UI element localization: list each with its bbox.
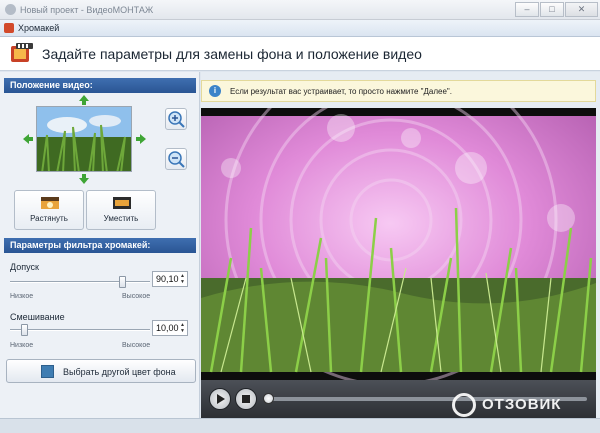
tolerance-label: Допуск	[10, 262, 39, 272]
fit-label: Уместить	[103, 214, 139, 223]
color-swatch	[41, 365, 54, 378]
zoom-in-button[interactable]	[165, 108, 187, 130]
tolerance-slider-thumb[interactable]	[119, 276, 126, 288]
tolerance-value: 90,10	[156, 274, 179, 284]
tolerance-spin-arrows-icon[interactable]: ▲ ▼	[179, 273, 186, 285]
tolerance-spinbox[interactable]: 90,10 ▲ ▼	[152, 271, 188, 287]
tolerance-slider-track[interactable]	[10, 281, 150, 283]
fit-icon	[113, 197, 131, 209]
zoom-out-button[interactable]	[165, 148, 187, 170]
info-icon: i	[209, 85, 221, 97]
move-up-arrow-icon[interactable]	[79, 95, 89, 105]
watermark-text: ОТЗОВИК	[482, 396, 562, 413]
chromakey-icon	[4, 23, 14, 33]
info-text: Если результат вас устраивает, то просто…	[230, 87, 452, 96]
grass-thumbnail-image	[37, 107, 131, 171]
blend-label: Смешивание	[10, 312, 65, 322]
zoom-in-icon	[168, 111, 185, 128]
dialog-title: Хромакей	[18, 23, 60, 33]
tolerance-high-label: Высокое	[122, 293, 151, 300]
footer-strip	[0, 418, 600, 433]
watermark-ring-icon	[452, 393, 476, 417]
chromakey-preview-image	[201, 108, 596, 380]
blend-spin-arrows-icon[interactable]: ▲ ▼	[179, 322, 186, 334]
stretch-icon	[41, 197, 59, 209]
video-preview[interactable]	[201, 108, 596, 380]
blend-slider-thumb[interactable]	[21, 324, 28, 336]
seek-knob[interactable]	[263, 393, 274, 404]
info-bar: i Если результат вас устраивает, то прос…	[201, 80, 596, 102]
dialog-titlebar: Хромакей	[0, 20, 600, 37]
stretch-label: Растянуть	[30, 214, 68, 223]
zoom-out-icon	[168, 151, 185, 168]
stop-button[interactable]	[235, 388, 257, 410]
close-button[interactable]: ✕	[565, 2, 598, 17]
page-header: Задайте параметры для замены фона и поло…	[0, 37, 600, 71]
blend-slider-track[interactable]	[10, 329, 150, 331]
page-title: Задайте параметры для замены фона и поло…	[42, 46, 422, 62]
window-title: Новый проект - ВидеоМОНТАЖ	[20, 5, 154, 15]
filter-section-heading: Параметры фильтра хромакей:	[4, 238, 196, 253]
move-right-arrow-icon[interactable]	[136, 134, 146, 144]
maximize-button[interactable]: □	[540, 2, 564, 17]
choose-background-color-button[interactable]: Выбрать другой цвет фона	[6, 359, 196, 383]
blend-spinbox[interactable]: 10,00 ▲ ▼	[152, 320, 188, 336]
blend-low-label: Низкое	[10, 342, 34, 349]
position-section-heading: Положение видео:	[4, 78, 196, 93]
stretch-button[interactable]: Растянуть	[14, 190, 84, 230]
app-icon	[5, 4, 16, 15]
window-titlebar: Новый проект - ВидеоМОНТАЖ – □ ✕	[0, 0, 600, 20]
play-button[interactable]	[209, 388, 231, 410]
tolerance-low-label: Низкое	[10, 293, 34, 300]
fit-button[interactable]: Уместить	[86, 190, 156, 230]
stop-icon	[242, 395, 250, 403]
move-left-arrow-icon[interactable]	[23, 134, 33, 144]
choose-color-label: Выбрать другой цвет фона	[63, 367, 176, 377]
chromakey-header-icon	[11, 43, 33, 62]
minimize-button[interactable]: –	[515, 2, 539, 17]
blend-value: 10,00	[156, 323, 179, 333]
blend-high-label: Высокое	[122, 342, 151, 349]
settings-panel: Положение видео: Растянуть Уместить Пара…	[0, 72, 200, 418]
preview-panel: i Если результат вас устраивает, то прос…	[201, 72, 600, 418]
move-down-arrow-icon[interactable]	[79, 174, 89, 184]
otzovik-watermark: ОТЗОВИК	[452, 392, 600, 418]
play-icon	[217, 394, 225, 404]
video-position-thumbnail[interactable]	[36, 106, 132, 172]
